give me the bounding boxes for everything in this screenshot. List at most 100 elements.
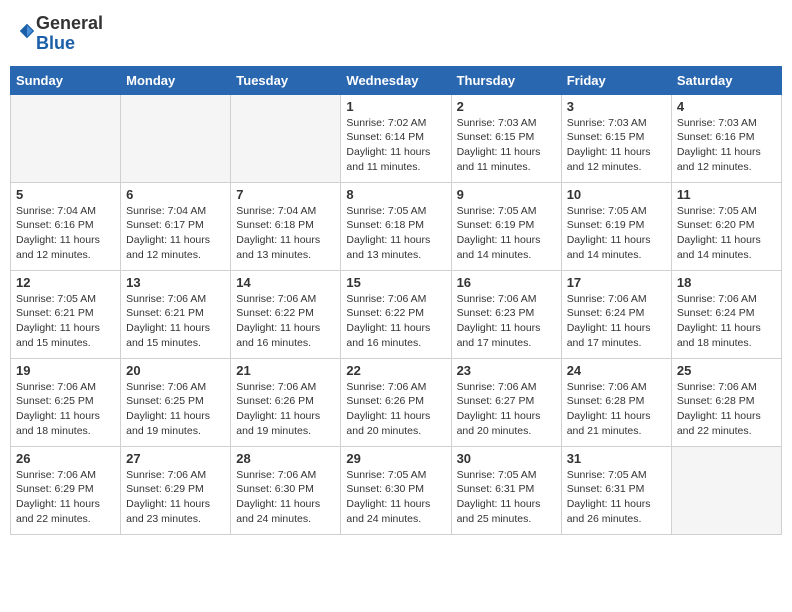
calendar-table: SundayMondayTuesdayWednesdayThursdayFrid… — [10, 66, 782, 535]
calendar-cell: 5Sunrise: 7:04 AMSunset: 6:16 PMDaylight… — [11, 182, 121, 270]
day-info: Sunrise: 7:05 AMSunset: 6:30 PMDaylight:… — [346, 468, 445, 527]
day-number: 15 — [346, 275, 445, 290]
day-number: 22 — [346, 363, 445, 378]
day-info: Sunrise: 7:05 AMSunset: 6:31 PMDaylight:… — [567, 468, 666, 527]
day-number: 9 — [457, 187, 556, 202]
day-info: Sunrise: 7:05 AMSunset: 6:31 PMDaylight:… — [457, 468, 556, 527]
day-number: 12 — [16, 275, 115, 290]
calendar-week-row: 5Sunrise: 7:04 AMSunset: 6:16 PMDaylight… — [11, 182, 782, 270]
calendar-week-row: 1 Sunrise: 7:02 AMSunset: 6:14 PMDaylight… — [11, 94, 782, 182]
day-info: Sunrise: 7:04 AMSunset: 6:16 PMDaylight:… — [16, 204, 115, 263]
day-number: 3 — [567, 99, 666, 114]
day-number: 19 — [16, 363, 115, 378]
calendar-cell — [121, 94, 231, 182]
calendar-cell: 1 Sunrise: 7:02 AMSunset: 6:14 PMDaylight… — [341, 94, 451, 182]
day-info: Sunrise: 7:04 AMSunset: 6:17 PMDaylight:… — [126, 204, 225, 263]
day-info: Sunrise: 7:06 AMSunset: 6:29 PMDaylight:… — [16, 468, 115, 527]
day-number: 2 — [457, 99, 556, 114]
calendar-cell: 31Sunrise: 7:05 AMSunset: 6:31 PMDayligh… — [561, 446, 671, 534]
day-number: 14 — [236, 275, 335, 290]
weekday-header-row: SundayMondayTuesdayWednesdayThursdayFrid… — [11, 66, 782, 94]
day-number: 16 — [457, 275, 556, 290]
day-number: 25 — [677, 363, 776, 378]
day-number: 20 — [126, 363, 225, 378]
calendar-cell — [231, 94, 341, 182]
calendar-cell: 2 Sunrise: 7:03 AMSunset: 6:15 PMDaylight… — [451, 94, 561, 182]
day-info: Sunrise: 7:06 AMSunset: 6:28 PMDaylight:… — [677, 380, 776, 439]
day-info: Sunrise: 7:06 AMSunset: 6:24 PMDaylight:… — [677, 292, 776, 351]
calendar-cell: 17 Sunrise: 7:06 AMSunset: 6:24 PMDayligh… — [561, 270, 671, 358]
day-info: Sunrise: 7:05 AMSunset: 6:18 PMDaylight:… — [346, 204, 445, 263]
day-number: 30 — [457, 451, 556, 466]
calendar-cell — [11, 94, 121, 182]
logo-text: General Blue — [36, 14, 103, 54]
day-info: Sunrise: 7:06 AMSunset: 6:22 PMDaylight:… — [236, 292, 335, 351]
weekday-header-wednesday: Wednesday — [341, 66, 451, 94]
day-info: Sunrise: 7:05 AMSunset: 6:19 PMDaylight:… — [457, 204, 556, 263]
calendar-cell: 19 Sunrise: 7:06 AMSunset: 6:25 PMDayligh… — [11, 358, 121, 446]
calendar-cell: 13 Sunrise: 7:06 AMSunset: 6:21 PMDayligh… — [121, 270, 231, 358]
day-number: 21 — [236, 363, 335, 378]
calendar-cell: 9 Sunrise: 7:05 AMSunset: 6:19 PMDaylight… — [451, 182, 561, 270]
day-info: Sunrise: 7:06 AMSunset: 6:26 PMDaylight:… — [236, 380, 335, 439]
calendar-cell: 20 Sunrise: 7:06 AMSunset: 6:25 PMDayligh… — [121, 358, 231, 446]
calendar-cell: 11Sunrise: 7:05 AMSunset: 6:20 PMDayligh… — [671, 182, 781, 270]
day-info: Sunrise: 7:06 AMSunset: 6:21 PMDaylight:… — [126, 292, 225, 351]
calendar-cell: 26 Sunrise: 7:06 AMSunset: 6:29 PMDayligh… — [11, 446, 121, 534]
day-info: Sunrise: 7:04 AMSunset: 6:18 PMDaylight:… — [236, 204, 335, 263]
day-info: Sunrise: 7:03 AMSunset: 6:15 PMDaylight:… — [457, 116, 556, 175]
calendar-cell: 30 Sunrise: 7:05 AMSunset: 6:31 PMDayligh… — [451, 446, 561, 534]
day-number: 1 — [346, 99, 445, 114]
day-number: 23 — [457, 363, 556, 378]
calendar-cell: 24Sunrise: 7:06 AMSunset: 6:28 PMDayligh… — [561, 358, 671, 446]
day-number: 6 — [126, 187, 225, 202]
day-info: Sunrise: 7:06 AMSunset: 6:24 PMDaylight:… — [567, 292, 666, 351]
weekday-header-thursday: Thursday — [451, 66, 561, 94]
logo-blue: Blue — [36, 33, 75, 53]
day-info: Sunrise: 7:06 AMSunset: 6:28 PMDaylight:… — [567, 380, 666, 439]
day-number: 27 — [126, 451, 225, 466]
calendar-cell: 29 Sunrise: 7:05 AMSunset: 6:30 PMDayligh… — [341, 446, 451, 534]
calendar-cell: 18 Sunrise: 7:06 AMSunset: 6:24 PMDayligh… — [671, 270, 781, 358]
day-number: 17 — [567, 275, 666, 290]
day-info: Sunrise: 7:06 AMSunset: 6:25 PMDaylight:… — [126, 380, 225, 439]
day-number: 7 — [236, 187, 335, 202]
weekday-header-monday: Monday — [121, 66, 231, 94]
calendar-cell: 23Sunrise: 7:06 AMSunset: 6:27 PMDayligh… — [451, 358, 561, 446]
day-number: 13 — [126, 275, 225, 290]
day-number: 26 — [16, 451, 115, 466]
day-info: Sunrise: 7:03 AMSunset: 6:15 PMDaylight:… — [567, 116, 666, 175]
weekday-header-sunday: Sunday — [11, 66, 121, 94]
calendar-cell: 4 Sunrise: 7:03 AMSunset: 6:16 PMDaylight… — [671, 94, 781, 182]
day-info: Sunrise: 7:03 AMSunset: 6:16 PMDaylight:… — [677, 116, 776, 175]
calendar-cell: 8 Sunrise: 7:05 AMSunset: 6:18 PMDaylight… — [341, 182, 451, 270]
day-info: Sunrise: 7:05 AMSunset: 6:19 PMDaylight:… — [567, 204, 666, 263]
day-number: 4 — [677, 99, 776, 114]
page-header: General Blue — [10, 10, 782, 58]
calendar-cell: 21 Sunrise: 7:06 AMSunset: 6:26 PMDayligh… — [231, 358, 341, 446]
calendar-cell: 3 Sunrise: 7:03 AMSunset: 6:15 PMDaylight… — [561, 94, 671, 182]
logo: General Blue — [16, 14, 103, 54]
day-number: 28 — [236, 451, 335, 466]
day-number: 29 — [346, 451, 445, 466]
day-number: 18 — [677, 275, 776, 290]
calendar-week-row: 26 Sunrise: 7:06 AMSunset: 6:29 PMDayligh… — [11, 446, 782, 534]
day-info: Sunrise: 7:06 AMSunset: 6:22 PMDaylight:… — [346, 292, 445, 351]
day-number: 10 — [567, 187, 666, 202]
day-info: Sunrise: 7:02 AMSunset: 6:14 PMDaylight:… — [346, 116, 445, 175]
calendar-cell: 15 Sunrise: 7:06 AMSunset: 6:22 PMDayligh… — [341, 270, 451, 358]
calendar-cell: 25 Sunrise: 7:06 AMSunset: 6:28 PMDayligh… — [671, 358, 781, 446]
day-info: Sunrise: 7:05 AMSunset: 6:21 PMDaylight:… — [16, 292, 115, 351]
day-number: 11 — [677, 187, 776, 202]
logo-icon — [18, 22, 36, 40]
day-info: Sunrise: 7:06 AMSunset: 6:25 PMDaylight:… — [16, 380, 115, 439]
calendar-week-row: 19 Sunrise: 7:06 AMSunset: 6:25 PMDayligh… — [11, 358, 782, 446]
calendar-week-row: 12 Sunrise: 7:05 AMSunset: 6:21 PMDayligh… — [11, 270, 782, 358]
day-info: Sunrise: 7:06 AMSunset: 6:29 PMDaylight:… — [126, 468, 225, 527]
calendar-cell: 28Sunrise: 7:06 AMSunset: 6:30 PMDayligh… — [231, 446, 341, 534]
calendar-cell: 12 Sunrise: 7:05 AMSunset: 6:21 PMDayligh… — [11, 270, 121, 358]
calendar-cell: 16Sunrise: 7:06 AMSunset: 6:23 PMDayligh… — [451, 270, 561, 358]
calendar-cell: 10 Sunrise: 7:05 AMSunset: 6:19 PMDayligh… — [561, 182, 671, 270]
day-number: 8 — [346, 187, 445, 202]
weekday-header-saturday: Saturday — [671, 66, 781, 94]
